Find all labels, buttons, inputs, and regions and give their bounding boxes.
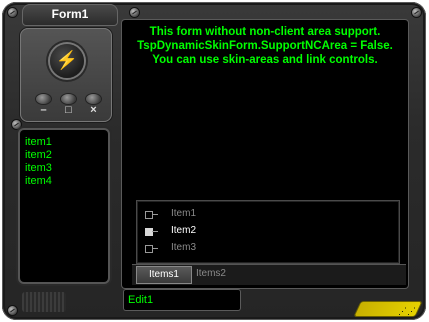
maximize-icon: □ bbox=[65, 104, 72, 116]
screw-icon bbox=[8, 8, 17, 17]
tree-item-label: Item3 bbox=[171, 242, 197, 253]
edit-field[interactable] bbox=[124, 290, 240, 310]
tree-item-label: Item1 bbox=[171, 208, 197, 219]
lightning-icon: ⚡ bbox=[55, 50, 79, 70]
maximize-button[interactable] bbox=[61, 94, 76, 104]
tree-node-icon bbox=[145, 245, 153, 253]
list-item[interactable]: item1 bbox=[20, 136, 108, 149]
grip-panel bbox=[22, 292, 66, 312]
tree-node-icon bbox=[145, 228, 153, 236]
minimize-icon: – bbox=[40, 104, 47, 116]
info-line: TspDynamicSkinForm.SupportNCArea = False… bbox=[137, 40, 393, 52]
tree-node-icon bbox=[145, 211, 153, 219]
tree-view[interactable]: Item1 Item2 Item3 bbox=[136, 200, 400, 264]
tree-connector bbox=[152, 231, 158, 232]
tree-item-label: Item2 bbox=[171, 225, 197, 236]
minimize-button[interactable] bbox=[36, 94, 51, 104]
info-text: This form without non-client area suppor… bbox=[122, 25, 408, 67]
screw-icon bbox=[412, 8, 421, 17]
list-item[interactable]: item4 bbox=[20, 175, 108, 188]
list-item[interactable]: item3 bbox=[20, 162, 108, 175]
tree-item-selected[interactable]: Item2 bbox=[145, 224, 245, 240]
tab-items2[interactable]: Items2 bbox=[184, 266, 238, 282]
close-button[interactable] bbox=[86, 94, 101, 104]
screw-icon bbox=[130, 8, 139, 17]
tree-item[interactable]: Item3 bbox=[145, 241, 245, 257]
list-item[interactable]: item2 bbox=[20, 149, 108, 162]
close-icon: × bbox=[90, 104, 97, 116]
resize-grip-icon[interactable]: ⋰⋰ bbox=[398, 306, 416, 316]
screw-icon bbox=[8, 306, 17, 315]
tree-item[interactable]: Item1 bbox=[145, 207, 245, 223]
window-title: Form1 bbox=[51, 7, 89, 21]
info-line: You can use skin-areas and link controls… bbox=[152, 54, 378, 66]
app-button[interactable]: ⚡ bbox=[50, 44, 84, 78]
tree-connector bbox=[152, 214, 158, 215]
listbox-items: item1 item2 item3 item4 bbox=[20, 136, 108, 188]
screw-icon bbox=[12, 120, 21, 129]
tree-connector bbox=[152, 248, 158, 249]
info-line: This form without non-client area suppor… bbox=[149, 26, 381, 38]
